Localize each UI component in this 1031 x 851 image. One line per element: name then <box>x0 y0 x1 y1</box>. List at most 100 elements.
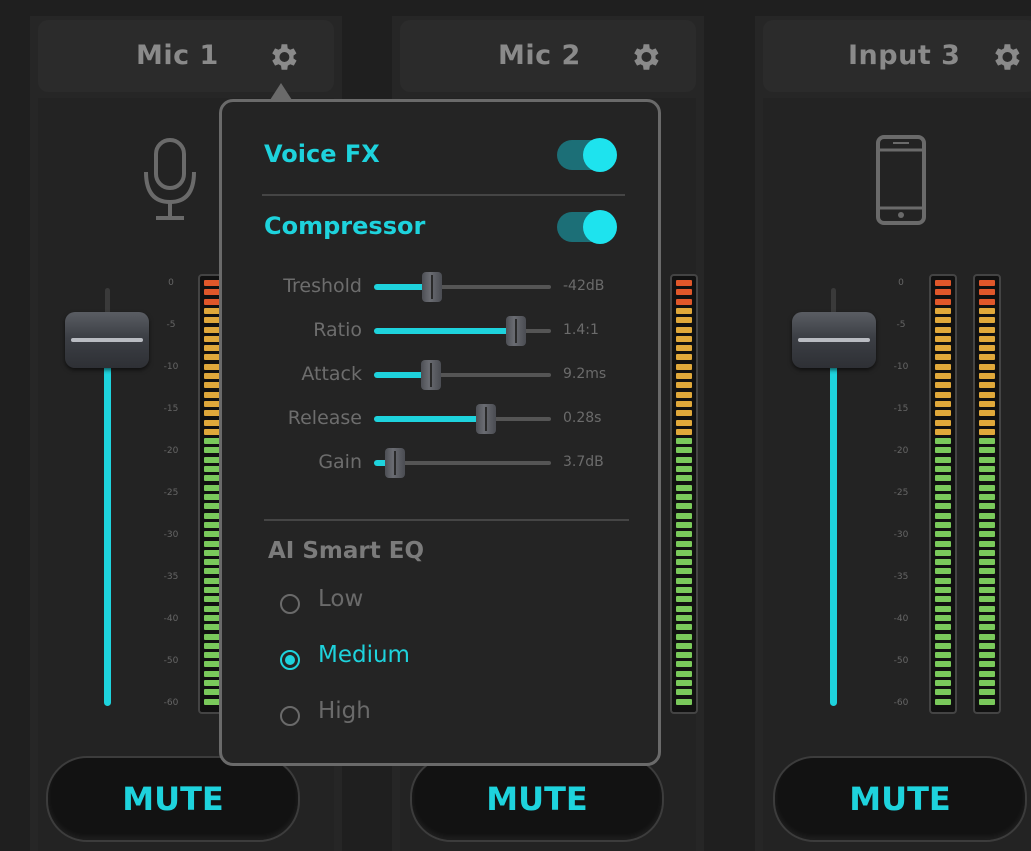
meter-segment <box>204 549 220 556</box>
meter-segment <box>676 475 692 482</box>
meter-segment <box>979 298 995 305</box>
mute-button[interactable]: MUTE <box>773 756 1027 842</box>
meter-segment <box>204 280 220 286</box>
meter-scale-label: -20 <box>893 446 909 456</box>
meter-segment <box>676 689 692 696</box>
meter-segment <box>935 568 951 575</box>
meter-segment <box>979 354 995 361</box>
meter-segment <box>204 484 220 491</box>
meter-segment <box>204 624 220 631</box>
meter-segment <box>676 317 692 324</box>
meter-segment <box>676 559 692 566</box>
eq-option-label[interactable]: Low <box>318 586 363 612</box>
meter-segment <box>979 289 995 296</box>
param-slider-thumb[interactable] <box>505 316 526 346</box>
meter-segment <box>979 391 995 398</box>
meter-segment <box>935 531 951 538</box>
eq-radio-medium[interactable] <box>280 650 300 670</box>
meter-segment <box>979 494 995 500</box>
meter-scale-label: -5 <box>896 320 906 330</box>
compressor-toggle[interactable] <box>557 210 617 244</box>
meter-scale-label: -5 <box>166 320 176 330</box>
meter-segment <box>935 400 951 407</box>
meter-scale-label: -60 <box>893 698 909 708</box>
meter-segment <box>979 373 995 380</box>
meter-segment <box>204 577 220 584</box>
channel-title: Mic 1 <box>136 40 219 71</box>
level-meter-right <box>973 274 1001 714</box>
param-slider-thumb[interactable] <box>420 360 441 390</box>
meter-segment <box>979 335 995 342</box>
meter-segment <box>676 680 692 687</box>
phone-icon <box>876 135 926 225</box>
meter-segment <box>204 521 220 528</box>
gear-icon[interactable] <box>989 40 1023 74</box>
meter-segment <box>676 503 692 510</box>
mixer-panel: Mic 1 0 -5 -10 -15 -20 -25 -30 -35 -40 -50 -60 MUT… <box>0 0 1031 851</box>
meter-segment <box>979 689 995 696</box>
channel-header: Input 3 <box>763 20 1031 92</box>
meter-segment <box>979 633 995 640</box>
meter-segment <box>935 642 951 649</box>
meter-segment <box>979 484 995 491</box>
meter-segment <box>204 605 220 612</box>
voice-fx-toggle[interactable] <box>557 138 617 172</box>
meter-segment <box>935 317 951 324</box>
param-slider-thumb[interactable] <box>475 404 496 434</box>
meter-segment <box>979 596 995 603</box>
eq-radio-high[interactable] <box>280 706 300 726</box>
volume-fader-handle[interactable] <box>792 312 876 368</box>
volume-fader-handle[interactable] <box>65 312 149 368</box>
meter-segment <box>979 670 995 677</box>
meter-segment <box>979 419 995 426</box>
level-meter-left <box>929 274 957 714</box>
mute-button[interactable]: MUTE <box>46 756 300 842</box>
meter-segment <box>676 587 692 594</box>
eq-radio-low[interactable] <box>280 594 300 614</box>
meter-segment <box>979 614 995 621</box>
meter-segment <box>935 549 951 556</box>
meter-segment <box>676 326 692 333</box>
param-label: Release <box>287 407 362 429</box>
meter-segment <box>979 503 995 510</box>
meter-segment <box>935 466 951 473</box>
channel-header: Mic 1 <box>38 20 334 92</box>
param-slider-thumb[interactable] <box>385 448 406 478</box>
meter-segment <box>204 698 220 705</box>
mute-button[interactable]: MUTE <box>410 756 664 842</box>
eq-option-label[interactable]: High <box>318 698 371 724</box>
gear-icon[interactable] <box>628 40 662 74</box>
meter-segment <box>676 419 692 426</box>
meter-segment <box>979 624 995 631</box>
meter-segment <box>979 382 995 389</box>
meter-segment <box>979 363 995 370</box>
meter-segment <box>979 652 995 659</box>
meter-segment <box>204 410 220 417</box>
meter-segment <box>935 456 951 463</box>
meter-segment <box>979 531 995 538</box>
param-slider-thumb[interactable] <box>422 272 443 302</box>
eq-option-label[interactable]: Medium <box>318 642 410 668</box>
divider <box>262 194 625 196</box>
meter-segment <box>676 577 692 584</box>
compressor-label: Compressor <box>264 212 426 240</box>
meter-segment <box>676 363 692 370</box>
meter-scale-label: -30 <box>893 530 909 540</box>
meter-segment <box>676 633 692 640</box>
meter-segment <box>204 307 220 314</box>
meter-segment <box>676 531 692 538</box>
meter-segment <box>979 661 995 668</box>
fader-level <box>830 338 837 706</box>
meter-segment <box>935 475 951 482</box>
meter-segment <box>204 391 220 398</box>
meter-segment <box>979 428 995 435</box>
meter-segment <box>676 410 692 417</box>
gear-icon[interactable] <box>266 40 300 74</box>
meter-segment <box>935 447 951 454</box>
meter-segment <box>935 577 951 584</box>
meter-scale: 0 -5 -10 -15 -20 -25 -30 -35 -40 -50 -60 <box>161 278 181 718</box>
meter-segment <box>204 373 220 380</box>
meter-segment <box>676 698 692 705</box>
microphone-icon <box>144 138 196 220</box>
meter-segment <box>676 382 692 389</box>
